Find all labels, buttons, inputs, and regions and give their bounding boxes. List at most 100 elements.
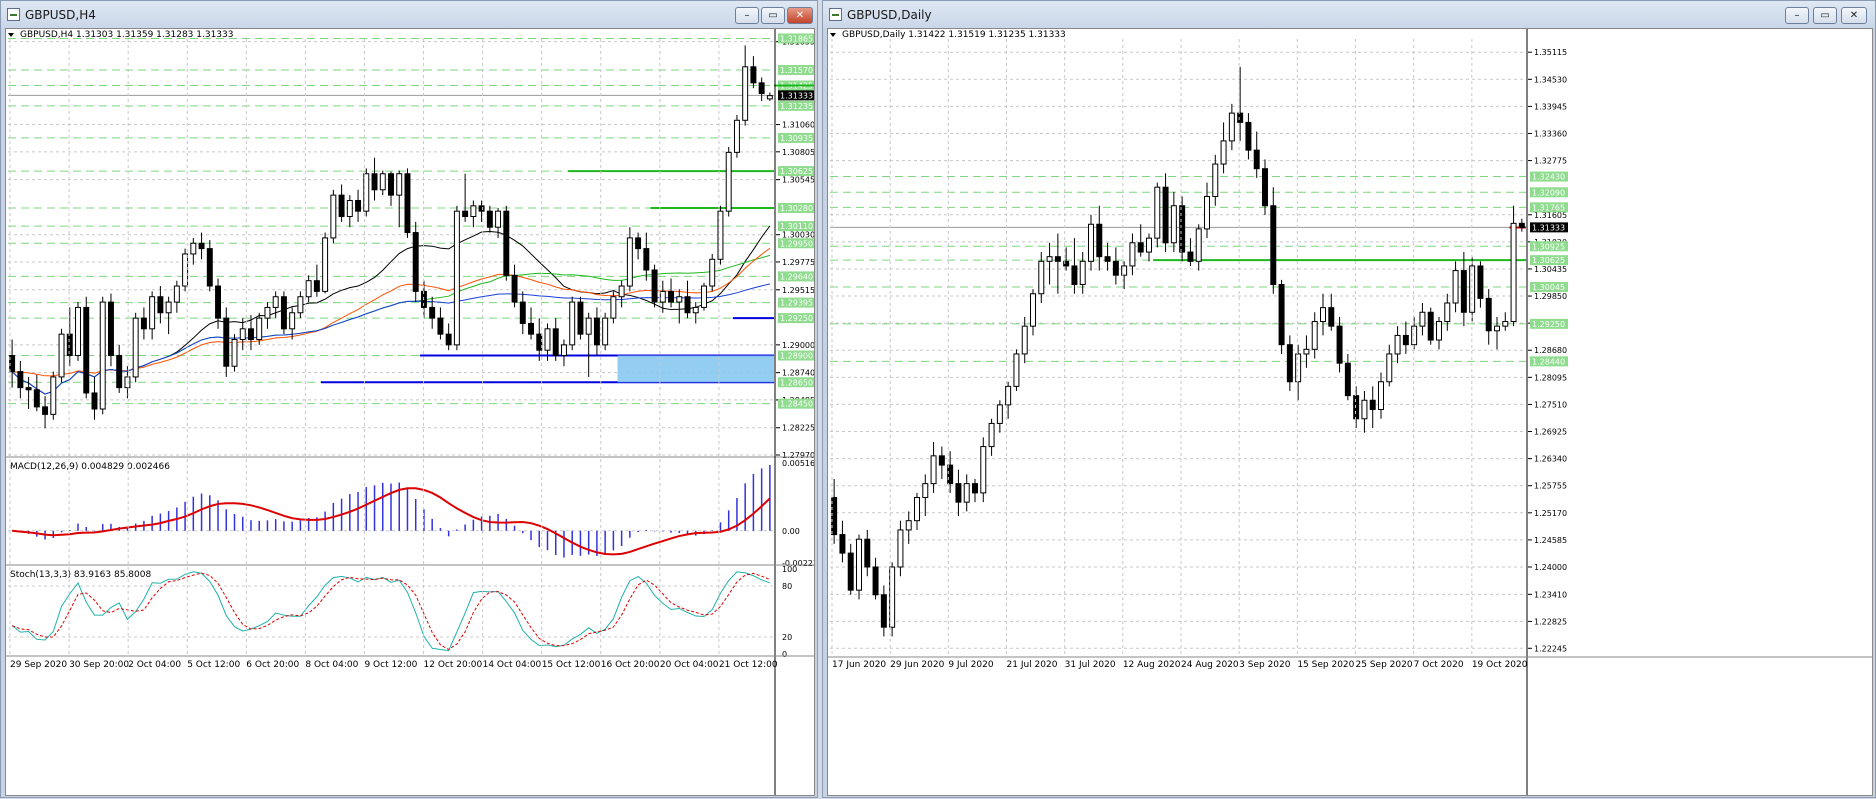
daily-candle-body [1452, 270, 1459, 304]
daily-price-tick-label: 1.32775 [1534, 157, 1567, 166]
h4-candle-body [453, 210, 460, 346]
h4-candle-body [486, 210, 493, 228]
daily-candle-body [1518, 222, 1525, 229]
daily-candle-body [1303, 348, 1310, 355]
daily-candle-body [914, 497, 920, 522]
h4-candle-body [635, 237, 642, 250]
restore-button[interactable]: ▭ [1813, 7, 1837, 24]
close-button[interactable]: ✕ [787, 7, 813, 24]
daily-price-tick-label: 1.29850 [1534, 292, 1567, 301]
h4-candle-body [668, 290, 675, 303]
h4-support-zone [617, 355, 774, 383]
h4-candle-body [379, 173, 386, 191]
h4-level-label: 1.30280 [780, 204, 813, 213]
h4-time-label: 2 Oct 04:00 [128, 660, 181, 670]
daily-candle-body [880, 594, 887, 628]
daily-time-label: 21 Jul 2020 [1007, 660, 1058, 670]
daily-background [828, 29, 1872, 795]
h4-chart-window: GBPUSD,H4 – ▭ ✕ 1.318351.310601.308051.3… [0, 0, 865, 798]
h4-level-label: 1.30110 [780, 222, 813, 231]
minimize-button[interactable]: – [1785, 7, 1809, 24]
h4-candle-body [239, 328, 246, 341]
h4-candle-body [495, 210, 502, 228]
daily-candle-body [1228, 112, 1235, 142]
h4-candle-body [124, 376, 131, 389]
h4-chart[interactable]: 1.318351.310601.308051.305451.300301.297… [6, 29, 865, 795]
daily-candle-body [1402, 334, 1409, 346]
h4-window-titlebar[interactable]: GBPUSD,H4 – ▭ ✕ [1, 1, 817, 29]
h4-candle-body [305, 280, 312, 298]
daily-candle-body [856, 538, 862, 591]
daily-candle-body [963, 483, 970, 503]
h4-time-label: 14 Oct 04:00 [483, 660, 542, 670]
h4-price-tick-label: 1.29775 [782, 258, 814, 267]
h4-candle-body [256, 317, 263, 341]
daily-candle-body [1146, 237, 1152, 253]
h4-level-label: 1.31570 [780, 66, 813, 75]
daily-chart-header: GBPUSD,Daily 1.31422 1.31519 1.31235 1.3… [842, 30, 1066, 40]
h4-stoch-tick-label: 0 [782, 650, 787, 659]
h4-candle-body [585, 317, 592, 335]
daily-time-label: 17 Jun 2020 [832, 660, 886, 670]
close-button[interactable]: ✕ [1841, 7, 1867, 24]
daily-time-label: 9 Jul 2020 [948, 660, 993, 670]
h4-stoch-tick-label: 20 [782, 633, 792, 642]
daily-candle-body [1187, 251, 1194, 262]
h4-candle-body [709, 258, 716, 287]
h4-time-label: 6 Oct 20:00 [246, 660, 299, 670]
daily-candle-body [1510, 222, 1517, 323]
h4-level-label: 1.29250 [780, 314, 813, 323]
daily-candle-body [1353, 395, 1360, 420]
daily-candle-body [1485, 297, 1492, 332]
daily-candle-body [1361, 399, 1368, 420]
h4-time-label: 16 Oct 20:00 [601, 660, 660, 670]
h4-time-label: 5 Oct 12:00 [187, 660, 240, 670]
h4-macd-tick-label: 0.00 [782, 527, 800, 536]
daily-candle-body [1369, 399, 1376, 411]
daily-price-tick-label: 1.28095 [1534, 373, 1567, 382]
daily-price-tick-label: 1.35115 [1534, 48, 1567, 57]
daily-candle-body [1311, 321, 1318, 350]
restore-button[interactable]: ▭ [761, 7, 785, 24]
daily-price-tick-label: 1.30435 [1534, 265, 1567, 274]
h4-time-label: 8 Oct 04:00 [305, 660, 358, 670]
h4-candle-body [462, 210, 469, 218]
daily-chart[interactable]: 1.351151.345301.339451.333601.327751.316… [828, 29, 1872, 795]
daily-candle-body [1436, 321, 1442, 341]
h4-candle-body [25, 387, 32, 391]
daily-candle-body [1270, 205, 1277, 285]
daily-candle-body [1137, 242, 1144, 253]
h4-candle-body [190, 242, 197, 255]
daily-window-titlebar[interactable]: GBPUSD,Daily – ▭ ✕ [823, 1, 1875, 29]
daily-candle-body [1394, 334, 1401, 355]
daily-candle-body [1054, 256, 1061, 262]
h4-candle-body [58, 333, 65, 378]
h4-candle-body [66, 333, 73, 357]
h4-stoch-label: Stoch(13,3,3) 83.9163 85.8008 [10, 570, 151, 580]
daily-candle-body [1344, 362, 1351, 397]
daily-level-label: 1.32090 [1532, 188, 1565, 197]
h4-candle-body [388, 173, 394, 196]
h4-candle-body [733, 119, 740, 153]
h4-level-label: 1.28450 [780, 400, 813, 409]
h4-candle-body [264, 306, 271, 319]
h4-price-tick-label: 1.29515 [782, 286, 814, 295]
h4-chart-area[interactable]: 1.318351.310601.308051.305451.300301.297… [5, 28, 865, 796]
daily-candle-body [1444, 302, 1451, 323]
minimize-button[interactable]: – [735, 7, 759, 24]
h4-time-label: 20 Oct 04:00 [660, 660, 719, 670]
h4-candle-body [651, 269, 658, 303]
daily-candle-body [1154, 186, 1161, 239]
h4-price-tick-label: 1.31060 [782, 121, 814, 130]
h4-candle-body [725, 151, 732, 212]
daily-price-tick-label: 1.22825 [1534, 617, 1567, 626]
daily-time-label: 19 Oct 2020 [1472, 660, 1528, 670]
daily-candle-body [930, 455, 937, 485]
h4-candle-body [528, 322, 534, 335]
daily-candle-body [988, 422, 995, 448]
h4-candle-body [280, 296, 287, 330]
h4-candle-body [33, 389, 40, 408]
h4-candle-body [107, 301, 114, 357]
h4-candle-body [536, 333, 543, 351]
daily-chart-area[interactable]: 1.35115 1.34530 1.33945 1.33360 1.32775 1.316… [827, 28, 1873, 796]
